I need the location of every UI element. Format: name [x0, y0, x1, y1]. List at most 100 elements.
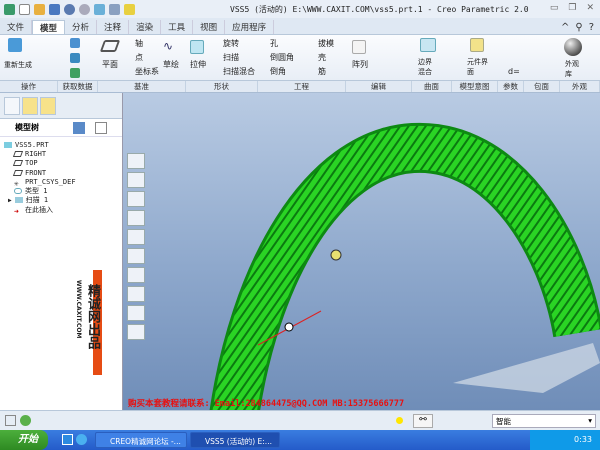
group-shapes[interactable]: 形状 — [186, 81, 258, 92]
tree-item-part[interactable]: VSS5.PRT — [4, 140, 122, 149]
datum-axes-icon[interactable] — [127, 229, 145, 245]
group-appearance[interactable]: 外观 — [560, 81, 600, 92]
settings-icon[interactable] — [73, 121, 85, 134]
datum-planes-icon[interactable] — [127, 210, 145, 226]
refit-icon[interactable] — [127, 172, 145, 188]
chamfer-button[interactable]: 倒角 — [270, 66, 286, 77]
spin-center-toggle-icon[interactable] — [127, 305, 145, 321]
group-operations[interactable]: 操作 — [0, 81, 58, 92]
group-parameters[interactable]: 参数 — [498, 81, 524, 92]
taskbar-item-forum[interactable]: CREO精诚网论坛 -... — [95, 432, 187, 448]
csys-display-icon[interactable] — [127, 267, 145, 283]
tab-tools[interactable]: 工具 — [161, 20, 194, 34]
tab-analysis[interactable]: 分析 — [65, 20, 98, 34]
tab-model[interactable]: 模型 — [32, 20, 66, 34]
search-icon[interactable]: ⚲ — [575, 22, 582, 33]
quicklaunch-icon[interactable] — [62, 434, 73, 445]
swept-blend-button[interactable]: 扫描混合 — [223, 66, 255, 77]
axis-button[interactable]: 轴 — [135, 38, 143, 49]
extrude-icon[interactable] — [190, 40, 204, 54]
group-surfaces[interactable]: 曲面 — [412, 81, 452, 92]
folder-browser-tab[interactable] — [22, 97, 38, 115]
extrude-button[interactable]: 拉伸 — [190, 59, 206, 70]
hole-button[interactable]: 孔 — [270, 38, 278, 49]
shrinkwrap-icon[interactable] — [70, 53, 80, 63]
draft-button[interactable]: 拔模 — [318, 38, 334, 49]
toggle-navigator-icon[interactable] — [5, 415, 16, 426]
tab-applications[interactable]: 应用程序 — [225, 20, 275, 34]
restore-icon[interactable]: ❐ — [568, 3, 576, 13]
tab-file[interactable]: 文件 — [0, 20, 33, 34]
group-datum[interactable]: 基准 — [98, 81, 186, 92]
sweep-button[interactable]: 扫描 — [223, 52, 239, 63]
regenerate-button[interactable]: 重新生成 — [4, 60, 32, 70]
model-tree-tab[interactable] — [4, 97, 20, 115]
annotations-icon[interactable] — [127, 286, 145, 302]
save-icon[interactable] — [49, 3, 60, 15]
user-feature-icon[interactable] — [70, 68, 80, 78]
regenerate-icon[interactable] — [8, 38, 22, 52]
appearance-sphere-icon[interactable] — [564, 38, 582, 56]
group-editing[interactable]: 编辑 — [346, 81, 412, 92]
find-icon[interactable]: ⚯ — [413, 414, 433, 428]
revolve-button[interactable]: 旋转 — [223, 38, 239, 49]
close-window-icon[interactable] — [124, 3, 135, 15]
group-get-data[interactable]: 获取数据 — [58, 81, 98, 92]
tree-item-insert-here[interactable]: ➜ 在此插入 — [4, 205, 122, 216]
copy-geometry-icon[interactable] — [70, 38, 80, 48]
group-engineering[interactable]: 工程 — [258, 81, 346, 92]
datum-points-icon[interactable] — [127, 248, 145, 264]
show-icon[interactable] — [95, 121, 107, 134]
display-style-icon[interactable] — [127, 191, 145, 207]
pattern-button[interactable]: 阵列 — [352, 59, 368, 70]
round-button[interactable]: 倒圆角 — [270, 52, 294, 63]
tree-item-right[interactable]: RIGHT — [4, 149, 122, 158]
tab-view[interactable]: 视图 — [193, 20, 226, 34]
pattern-icon[interactable] — [352, 40, 366, 54]
graphics-viewport[interactable]: 购买本套教程请联系: Email:284864475@QQ.COM MB:153… — [123, 93, 600, 410]
tab-annotate[interactable]: 注释 — [97, 20, 130, 34]
csys-button[interactable]: 坐标系 — [135, 66, 159, 77]
component-interface-icon[interactable] — [470, 38, 484, 52]
group-wrap[interactable]: 包面 — [524, 81, 560, 92]
undo-icon[interactable] — [64, 3, 75, 15]
help-icon[interactable]: ? — [589, 22, 594, 33]
tree-item-csys[interactable]: ✳ PRT_CSYS_DEF — [4, 177, 122, 188]
windows-icon[interactable] — [109, 3, 120, 15]
rib-button[interactable]: 筋 — [318, 66, 326, 77]
selection-filter-dropdown[interactable]: 智能 ▾ — [492, 414, 596, 428]
appearance-gallery-button[interactable]: 外观库 — [565, 59, 581, 79]
shell-button[interactable]: 壳 — [318, 52, 326, 63]
tree-item-type[interactable]: 类型 1 — [4, 186, 122, 195]
sketch-icon[interactable]: ∿ — [163, 39, 181, 53]
sketch-button[interactable]: 草绘 — [163, 59, 179, 70]
group-model-intent[interactable]: 模型意图 — [452, 81, 498, 92]
favorites-tab[interactable] — [40, 97, 56, 115]
browser-icon[interactable] — [20, 415, 31, 426]
saved-views-icon[interactable] — [127, 324, 145, 340]
boundary-blend-icon[interactable] — [420, 38, 436, 52]
tree-item-front[interactable]: FRONT — [4, 168, 122, 177]
start-button[interactable]: 开始 — [0, 430, 48, 450]
regenerate-icon[interactable] — [94, 3, 105, 15]
open-icon[interactable] — [34, 3, 45, 15]
ie-icon[interactable] — [76, 434, 87, 445]
taskbar-item-creo[interactable]: VSS5 (活动的) E:... — [190, 432, 280, 448]
promo-text: 购买本套教程请联系: Email:284864475@QQ.COM MB:153… — [128, 399, 405, 409]
minimize-icon[interactable]: ▭ — [550, 3, 559, 13]
close-icon[interactable]: ✕ — [586, 3, 594, 13]
minimize-ribbon-icon[interactable]: ^ — [561, 22, 569, 33]
new-icon[interactable] — [19, 3, 30, 15]
boundary-blend-button[interactable]: 边界混合 — [418, 57, 438, 77]
redo-icon[interactable] — [79, 3, 90, 15]
plane-button[interactable]: 平面 — [102, 59, 118, 70]
view-toolbar — [127, 153, 145, 340]
component-interface-button[interactable]: 元件界面 — [467, 57, 489, 77]
tree-item-top[interactable]: TOP — [4, 159, 122, 168]
tree-item-sweep[interactable]: ▶ 扫描 1 — [4, 196, 122, 205]
zoom-icon[interactable] — [127, 153, 145, 169]
plane-icon[interactable] — [99, 40, 121, 52]
point-button[interactable]: 点 — [135, 52, 143, 63]
relations-button[interactable]: d= — [508, 67, 520, 76]
tab-render[interactable]: 渲染 — [129, 20, 162, 34]
